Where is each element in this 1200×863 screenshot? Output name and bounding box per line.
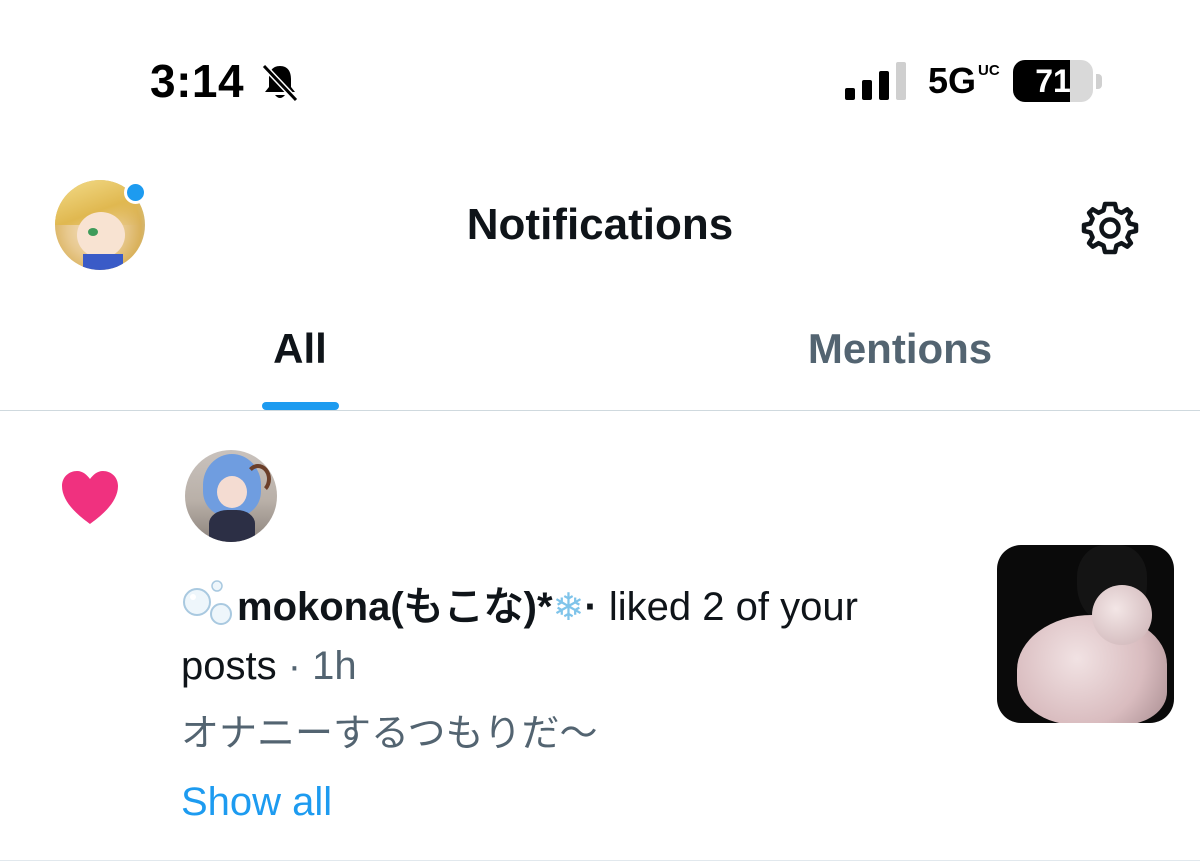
snowflake-emoji-icon: ❄ bbox=[552, 587, 585, 629]
page-title: Notifications bbox=[466, 200, 734, 249]
gear-icon[interactable] bbox=[1080, 198, 1140, 258]
divider bbox=[0, 410, 1200, 411]
battery-cap bbox=[1096, 74, 1102, 89]
post-thumbnail[interactable] bbox=[997, 545, 1174, 723]
heart-icon bbox=[62, 471, 118, 524]
status-time: 3:14 bbox=[150, 55, 245, 107]
show-all-link[interactable]: Show all bbox=[181, 780, 332, 825]
divider bbox=[0, 860, 1200, 861]
avatar-collar bbox=[83, 254, 123, 270]
tab-bar: All Mentions bbox=[0, 300, 1200, 411]
battery-level: 71 bbox=[1035, 63, 1071, 99]
status-bar: 3:14 5G UC 71 bbox=[0, 0, 1200, 165]
network-type: 5G bbox=[928, 60, 977, 101]
cellular-signal-icon bbox=[845, 62, 906, 100]
post-snippet[interactable]: オナニーするつもりだ〜 bbox=[181, 702, 597, 757]
active-tab-indicator bbox=[262, 402, 339, 410]
thumbnail-shape bbox=[1092, 585, 1152, 645]
user-avatar-body bbox=[209, 510, 255, 542]
notification-text[interactable]: mokona(もこな)*❄ · liked 2 of your posts · … bbox=[181, 578, 901, 695]
notification-username[interactable]: mokona(もこな)* bbox=[237, 585, 553, 629]
tab-mentions[interactable]: Mentions bbox=[600, 325, 1200, 373]
sparkle-icon: · bbox=[584, 585, 598, 629]
notification-separator: · bbox=[276, 644, 313, 688]
user-avatar-face bbox=[217, 476, 247, 508]
network-badge: UC bbox=[978, 62, 1000, 79]
battery-body: 71 bbox=[1013, 60, 1093, 102]
user-avatar[interactable] bbox=[185, 450, 277, 542]
battery-icon: 71 bbox=[1013, 60, 1103, 104]
bell-slash-icon bbox=[261, 63, 299, 103]
bubbles-emoji-icon bbox=[183, 580, 232, 625]
user-avatar-horn bbox=[245, 464, 271, 494]
tab-all[interactable]: All bbox=[0, 325, 600, 373]
notification-time: 1h bbox=[312, 644, 357, 688]
